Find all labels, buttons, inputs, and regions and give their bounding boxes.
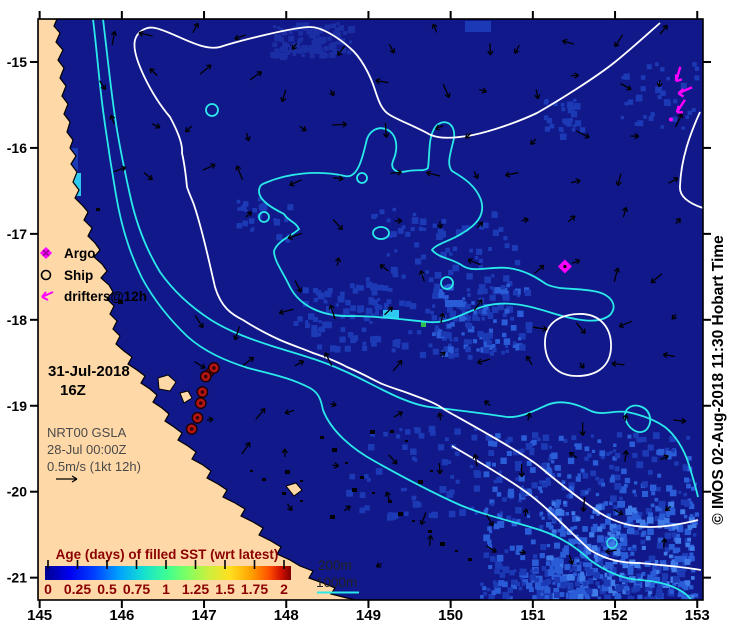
ship-observation-marker	[192, 413, 202, 423]
legend-label-argo: Argo	[64, 246, 96, 261]
gsla-valid-label: 28-Jul 00:00Z	[47, 442, 127, 457]
colorbar-tick-label: 2	[280, 581, 288, 597]
ship-observation-marker	[197, 387, 207, 397]
gsla-product-label: NRT00 GSLA	[47, 425, 127, 440]
y-tick-label: -16	[7, 140, 27, 156]
colorbar-tick-label: 0.75	[123, 581, 150, 597]
x-tick-label: 150	[438, 607, 463, 624]
colorbar-tick-label: 1.75	[241, 581, 268, 597]
x-tick-label: 147	[192, 607, 217, 624]
x-tick-label: 152	[603, 607, 628, 624]
ship-observation-marker	[196, 398, 206, 408]
x-tick-label: 145	[27, 607, 52, 624]
gsla-scale-label: 0.5m/s (1kt 12h)	[47, 459, 141, 474]
colorbar-tick-label: 0.25	[64, 581, 91, 597]
ship-observation-marker	[200, 371, 210, 381]
colorbar-tick-label: 1.25	[182, 581, 209, 597]
x-tick-label: 148	[274, 607, 299, 624]
depth-label-200m: 200m	[318, 558, 352, 573]
ship-observation-marker	[209, 363, 219, 373]
y-tick-label: -17	[7, 226, 27, 242]
sst-age-map-figure: Argo Ship drifters@12h 31-Jul-2018 16Z N…	[0, 0, 741, 634]
colorbar-tick-label: 1	[162, 581, 170, 597]
legend-label-ship: Ship	[64, 268, 93, 283]
y-tick-label: -18	[7, 312, 27, 328]
colorbar-title: Age (days) of filled SST (wrt latest)	[56, 547, 279, 562]
drifter-marker-dot	[669, 118, 673, 122]
y-tick-label: -21	[7, 570, 27, 586]
x-tick-label: 149	[356, 607, 381, 624]
colorbar-tick-label: 0.5	[97, 581, 117, 597]
x-tick-label: 146	[109, 607, 134, 624]
age-colorbar: Age (days) of filled SST (wrt latest) 00…	[44, 547, 291, 597]
y-tick-label: -15	[7, 54, 27, 70]
x-tick-label: 151	[520, 607, 545, 624]
depth-label-1000m: 1000m	[316, 575, 357, 590]
map-time-label: 16Z	[60, 382, 86, 399]
colorbar-tick-label: 0	[44, 581, 52, 597]
colorbar-tick-label: 1.5	[215, 581, 235, 597]
y-tick-label: -19	[7, 398, 27, 414]
x-tick-label: 153	[685, 607, 710, 624]
legend-label-drifters: drifters@12h	[64, 289, 147, 304]
ship-observation-marker	[187, 424, 197, 434]
map-date-label: 31-Jul-2018	[48, 363, 130, 380]
imos-credit-label: © IMOS 02-Aug-2018 11:30 Hobart Time	[710, 235, 727, 525]
y-tick-label: -20	[7, 484, 27, 500]
